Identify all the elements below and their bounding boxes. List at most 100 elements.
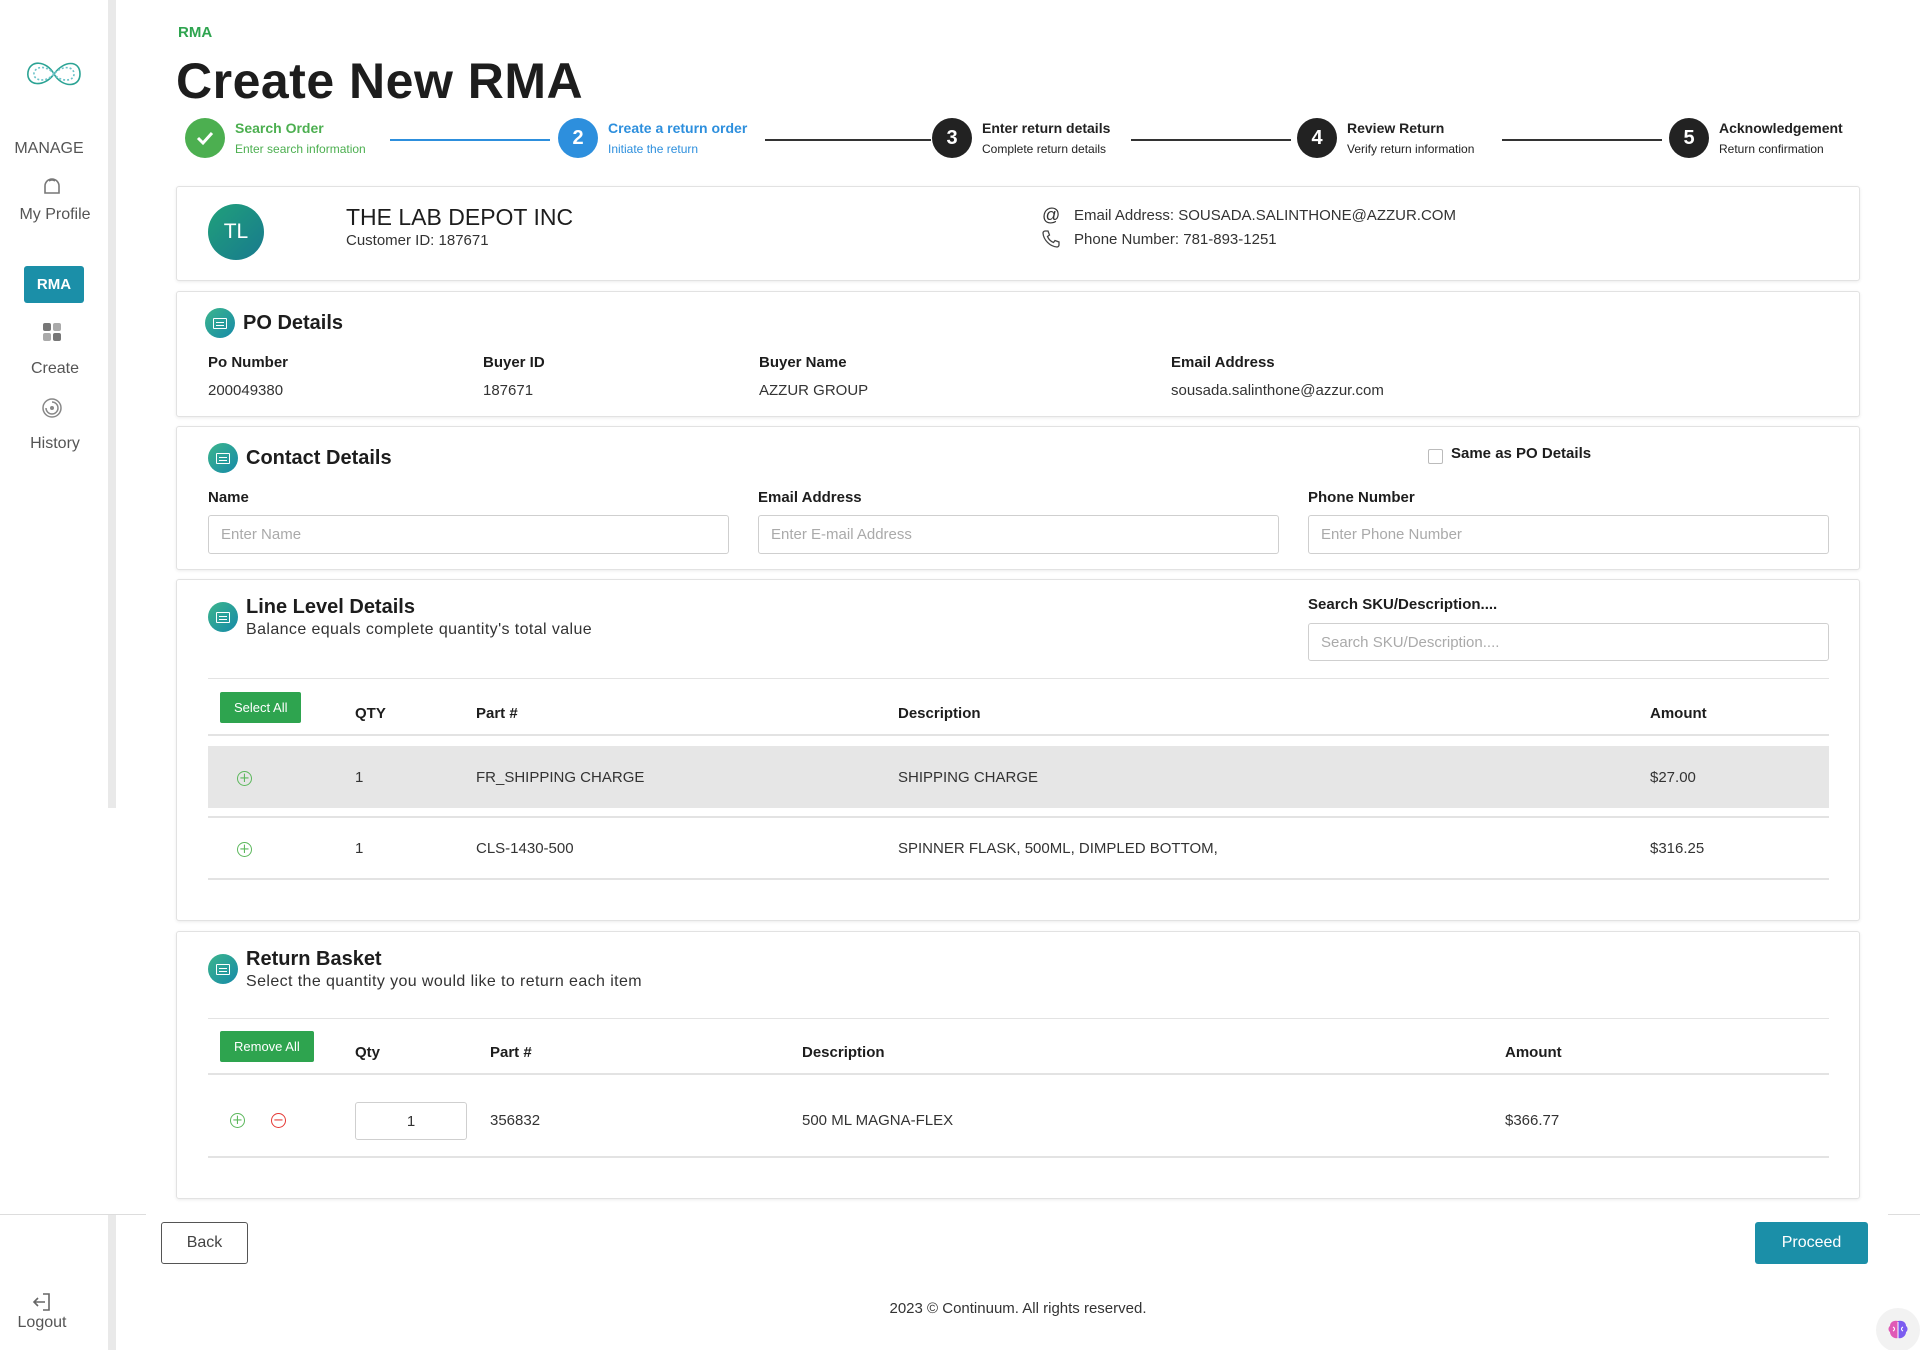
- divider: [208, 816, 1829, 818]
- email-label: Email Address: [758, 489, 862, 506]
- check-icon: [185, 118, 225, 158]
- column-header-amount: Amount: [1505, 1044, 1562, 1061]
- email-label: Email Address: [1171, 354, 1275, 371]
- back-button[interactable]: Back: [161, 1222, 248, 1264]
- column-header-description: Description: [898, 705, 981, 722]
- step-acknowledgement[interactable]: 5 Acknowledgement Return confirmation: [1669, 118, 1843, 158]
- sidebar-item-create[interactable]: Create: [0, 360, 110, 378]
- row-amount: $316.25: [1650, 840, 1705, 857]
- name-input[interactable]: [208, 515, 729, 554]
- line-level-card: Line Level Details Balance equals comple…: [176, 579, 1860, 921]
- proceed-button[interactable]: Proceed: [1755, 1222, 1868, 1264]
- section-title: Line Level Details: [246, 596, 415, 618]
- step-subtitle: Return confirmation: [1719, 142, 1824, 156]
- document-icon: [208, 602, 238, 632]
- search-sku-input[interactable]: [1308, 623, 1829, 661]
- assistant-brain-icon[interactable]: [1876, 1308, 1920, 1350]
- quantity-input[interactable]: [355, 1102, 467, 1140]
- buyer-name-label: Buyer Name: [759, 354, 847, 371]
- column-header-description: Description: [802, 1044, 885, 1061]
- select-all-button[interactable]: Select All: [220, 692, 302, 723]
- step-subtitle: Enter search information: [235, 142, 366, 156]
- buyer-id-label: Buyer ID: [483, 354, 545, 371]
- divider: [208, 1073, 1829, 1075]
- breadcrumb[interactable]: RMA: [178, 24, 212, 41]
- section-subtitle: Balance equals complete quantity's total…: [246, 621, 593, 638]
- search-label: Search SKU/Description....: [1308, 596, 1498, 613]
- customer-card: TL THE LAB DEPOT INC Customer ID: 187671…: [176, 186, 1860, 281]
- step-title: Search Order: [235, 120, 324, 136]
- step-connector: [390, 139, 550, 141]
- step-title: Create a return order: [608, 120, 748, 136]
- divider: [208, 1018, 1829, 1019]
- sidebar-rail-bottom: [108, 1214, 116, 1350]
- column-header-qty: Qty: [355, 1044, 381, 1061]
- section-subtitle: Select the quantity you would like to re…: [246, 973, 643, 990]
- sidebar-item-my-profile[interactable]: My Profile: [0, 206, 110, 224]
- step-subtitle: Complete return details: [982, 142, 1107, 156]
- customer-email: Email Address: SOUSADA.SALINTHONE@AZZUR.…: [1074, 207, 1456, 224]
- po-number-value: 200049380: [208, 382, 284, 399]
- page-title: Create New RMA: [176, 53, 584, 109]
- same-as-po-label[interactable]: Same as PO Details: [1451, 445, 1591, 462]
- step-number: 5: [1669, 118, 1709, 158]
- add-icon[interactable]: +: [237, 842, 252, 857]
- footer-copyright: 2023 © Continuum. All rights reserved.: [889, 1300, 1147, 1317]
- document-icon: [205, 308, 235, 338]
- profile-icon[interactable]: [38, 172, 66, 200]
- column-header-qty: QTY: [355, 705, 386, 722]
- divider: [208, 678, 1829, 679]
- step-connector: [1502, 139, 1662, 141]
- email-input[interactable]: [758, 515, 1279, 554]
- row-description: SPINNER FLASK, 500ML, DIMPLED BOTTOM,: [898, 840, 1218, 857]
- column-header-part: Part #: [476, 705, 518, 722]
- email-value: sousada.salinthone@azzur.com: [1171, 382, 1384, 399]
- sidebar-item-rma[interactable]: RMA: [24, 266, 84, 303]
- continuum-logo[interactable]: [22, 52, 86, 96]
- increase-quantity-icon[interactable]: +: [230, 1113, 245, 1128]
- add-icon[interactable]: +: [237, 771, 252, 786]
- phone-label: Phone Number: [1308, 489, 1415, 506]
- step-search-order[interactable]: Search Order Enter search information: [185, 118, 366, 158]
- po-number-label: Po Number: [208, 354, 289, 371]
- step-create-return[interactable]: 2 Create a return order Initiate the ret…: [558, 118, 747, 158]
- column-header-part: Part #: [490, 1044, 532, 1061]
- step-subtitle: Verify return information: [1347, 142, 1475, 156]
- divider: [208, 734, 1829, 736]
- row-qty: 1: [355, 769, 364, 786]
- history-icon[interactable]: [38, 394, 66, 422]
- document-icon: [208, 954, 238, 984]
- section-title: Contact Details: [246, 447, 392, 469]
- document-icon: [208, 443, 238, 473]
- step-number: 4: [1297, 118, 1337, 158]
- contact-details-card: Contact Details Same as PO Details Name …: [176, 426, 1860, 570]
- customer-id: Customer ID: 187671: [346, 232, 489, 249]
- same-as-po-checkbox[interactable]: [1428, 449, 1443, 464]
- section-title: Return Basket: [246, 948, 382, 970]
- customer-name: THE LAB DEPOT INC: [346, 204, 574, 230]
- row-part: FR_SHIPPING CHARGE: [476, 769, 645, 786]
- step-title: Enter return details: [982, 120, 1111, 136]
- grid-icon[interactable]: [38, 318, 66, 346]
- step-number: 2: [558, 118, 598, 158]
- divider: [208, 1156, 1829, 1158]
- remove-all-button[interactable]: Remove All: [220, 1031, 314, 1062]
- step-review-return[interactable]: 4 Review Return Verify return informatio…: [1297, 118, 1474, 158]
- sidebar-item-history[interactable]: History: [0, 435, 110, 453]
- avatar: TL: [208, 204, 264, 260]
- name-label: Name: [208, 489, 249, 506]
- step-title: Review Return: [1347, 120, 1445, 136]
- remove-item-icon[interactable]: −: [271, 1113, 286, 1128]
- return-basket-card: Return Basket Select the quantity you wo…: [176, 931, 1860, 1199]
- section-title: PO Details: [243, 312, 344, 334]
- step-connector: [765, 139, 931, 141]
- customer-phone: Phone Number: 781-893-1251: [1074, 231, 1277, 248]
- phone-input[interactable]: [1308, 515, 1829, 554]
- step-number: 3: [932, 118, 972, 158]
- po-details-card: PO Details Po Number 200049380 Buyer ID …: [176, 291, 1860, 417]
- step-enter-details[interactable]: 3 Enter return details Complete return d…: [932, 118, 1110, 158]
- row-qty: 1: [355, 840, 364, 857]
- divider: [208, 878, 1829, 880]
- sidebar: MANAGE My Profile RMA Create History Log…: [0, 0, 110, 1350]
- row-part: CLS-1430-500: [476, 840, 574, 857]
